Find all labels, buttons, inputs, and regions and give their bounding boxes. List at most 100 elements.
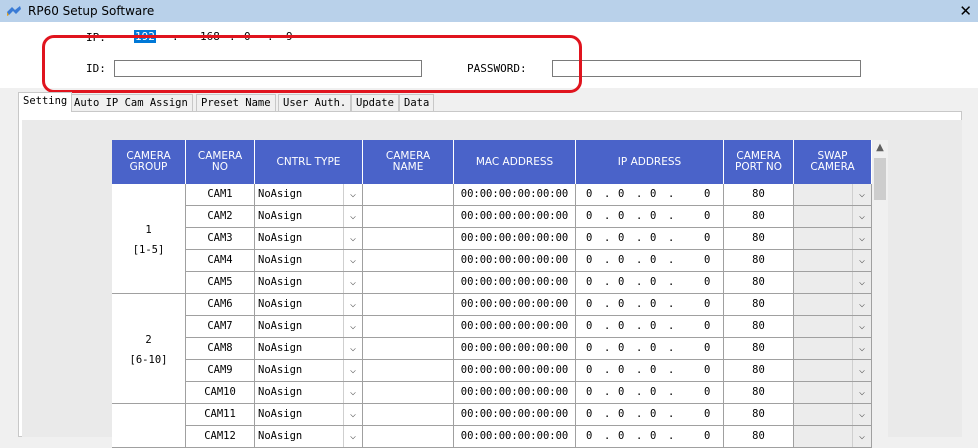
ip-address-input[interactable]: 0.0.0.0: [576, 294, 724, 316]
chevron-down-icon[interactable]: ⌵: [852, 382, 871, 403]
camera-port-input[interactable]: 80: [724, 338, 794, 360]
ip-address-input[interactable]: 0.0.0.0: [576, 426, 724, 448]
scroll-up-icon[interactable]: ▲: [872, 140, 888, 156]
id-input[interactable]: [114, 60, 422, 77]
cntrl-type-select[interactable]: NoAsign ⌵: [255, 338, 363, 360]
password-label: PASSWORD:: [467, 62, 527, 75]
password-input[interactable]: [552, 60, 861, 77]
chevron-down-icon[interactable]: ⌵: [343, 228, 362, 249]
camera-port-input[interactable]: 80: [724, 206, 794, 228]
swap-camera-select[interactable]: ⌵: [794, 404, 872, 426]
ip-address-input[interactable]: 0.0.0.0: [576, 206, 724, 228]
tab-preset-name[interactable]: Preset Name: [196, 94, 276, 111]
ip-octet-2[interactable]: 168: [200, 30, 220, 43]
camera-port-input[interactable]: 80: [724, 426, 794, 448]
tab-setting[interactable]: Setting: [18, 92, 73, 112]
cntrl-type-select[interactable]: NoAsign ⌵: [255, 272, 363, 294]
swap-camera-select[interactable]: ⌵: [794, 184, 872, 206]
camera-name-input[interactable]: [363, 404, 454, 426]
camera-name-input[interactable]: [363, 272, 454, 294]
ip-octet-1[interactable]: 192: [134, 30, 156, 43]
swap-camera-select[interactable]: ⌵: [794, 426, 872, 448]
camera-name-input[interactable]: [363, 316, 454, 338]
camera-name-input[interactable]: [363, 382, 454, 404]
camera-name-input[interactable]: [363, 360, 454, 382]
cntrl-type-select[interactable]: NoAsign ⌵: [255, 250, 363, 272]
camera-name-input[interactable]: [363, 338, 454, 360]
ip-address-input[interactable]: 0.0.0.0: [576, 250, 724, 272]
chevron-down-icon[interactable]: ⌵: [343, 294, 362, 315]
ip-address-field[interactable]: 192 . 168 . 0 . 9: [116, 29, 306, 45]
swap-camera-select[interactable]: ⌵: [794, 250, 872, 272]
chevron-down-icon[interactable]: ⌵: [343, 250, 362, 271]
swap-camera-select[interactable]: ⌵: [794, 206, 872, 228]
chevron-down-icon[interactable]: ⌵: [343, 404, 362, 425]
tab-user-auth[interactable]: User Auth.: [278, 94, 352, 111]
swap-camera-select[interactable]: ⌵: [794, 228, 872, 250]
ip-octet-3[interactable]: 0: [244, 30, 251, 43]
camera-name-input[interactable]: [363, 184, 454, 206]
ip-address-input[interactable]: 0.0.0.0: [576, 228, 724, 250]
cntrl-type-select[interactable]: NoAsign ⌵: [255, 206, 363, 228]
camera-port-input[interactable]: 80: [724, 228, 794, 250]
swap-camera-select[interactable]: ⌵: [794, 272, 872, 294]
chevron-down-icon[interactable]: ⌵: [343, 338, 362, 359]
tab-data[interactable]: Data: [399, 94, 435, 111]
chevron-down-icon[interactable]: ⌵: [852, 360, 871, 381]
camera-name-input[interactable]: [363, 426, 454, 448]
camera-name-input[interactable]: [363, 250, 454, 272]
chevron-down-icon[interactable]: ⌵: [343, 382, 362, 403]
chevron-down-icon[interactable]: ⌵: [343, 206, 362, 227]
cntrl-type-select[interactable]: NoAsign ⌵: [255, 228, 363, 250]
chevron-down-icon[interactable]: ⌵: [852, 206, 871, 227]
ip-octet-4[interactable]: 9: [286, 30, 293, 43]
chevron-down-icon[interactable]: ⌵: [852, 338, 871, 359]
cntrl-type-select[interactable]: NoAsign ⌵: [255, 294, 363, 316]
camera-name-input[interactable]: [363, 228, 454, 250]
swap-camera-select[interactable]: ⌵: [794, 294, 872, 316]
vertical-scrollbar[interactable]: ▲: [872, 140, 888, 437]
chevron-down-icon[interactable]: ⌵: [343, 184, 362, 205]
chevron-down-icon[interactable]: ⌵: [852, 316, 871, 337]
swap-camera-select[interactable]: ⌵: [794, 382, 872, 404]
ip-address-input[interactable]: 0.0.0.0: [576, 316, 724, 338]
cntrl-type-select[interactable]: NoAsign ⌵: [255, 184, 363, 206]
camera-port-input[interactable]: 80: [724, 360, 794, 382]
camera-name-input[interactable]: [363, 294, 454, 316]
camera-port-input[interactable]: 80: [724, 382, 794, 404]
chevron-down-icon[interactable]: ⌵: [852, 294, 871, 315]
swap-camera-select[interactable]: ⌵: [794, 338, 872, 360]
camera-port-input[interactable]: 80: [724, 272, 794, 294]
chevron-down-icon[interactable]: ⌵: [852, 272, 871, 293]
swap-camera-select[interactable]: ⌵: [794, 360, 872, 382]
cntrl-type-select[interactable]: NoAsign ⌵: [255, 404, 363, 426]
ip-address-input[interactable]: 0.0.0.0: [576, 382, 724, 404]
camera-port-input[interactable]: 80: [724, 184, 794, 206]
tab-auto-ip-cam-assign[interactable]: Auto IP Cam Assign: [69, 94, 193, 111]
chevron-down-icon[interactable]: ⌵: [343, 272, 362, 293]
ip-address-input[interactable]: 0.0.0.0: [576, 272, 724, 294]
ip-address-input[interactable]: 0.0.0.0: [576, 404, 724, 426]
ip-address-input[interactable]: 0.0.0.0: [576, 338, 724, 360]
chevron-down-icon[interactable]: ⌵: [343, 316, 362, 337]
chevron-down-icon[interactable]: ⌵: [852, 184, 871, 205]
camera-port-input[interactable]: 80: [724, 404, 794, 426]
chevron-down-icon[interactable]: ⌵: [852, 250, 871, 271]
camera-name-input[interactable]: [363, 206, 454, 228]
camera-port-input[interactable]: 80: [724, 250, 794, 272]
scroll-thumb[interactable]: [874, 158, 886, 200]
cntrl-type-select[interactable]: NoAsign ⌵: [255, 316, 363, 338]
camera-port-input[interactable]: 80: [724, 294, 794, 316]
cntrl-type-select[interactable]: NoAsign ⌵: [255, 382, 363, 404]
chevron-down-icon[interactable]: ⌵: [852, 404, 871, 425]
chevron-down-icon[interactable]: ⌵: [852, 228, 871, 249]
swap-camera-select[interactable]: ⌵: [794, 316, 872, 338]
cntrl-type-select[interactable]: NoAsign ⌵: [255, 426, 363, 448]
camera-port-input[interactable]: 80: [724, 316, 794, 338]
cntrl-type-select[interactable]: NoAsign ⌵: [255, 360, 363, 382]
tab-update[interactable]: Update: [351, 94, 399, 111]
chevron-down-icon[interactable]: ⌵: [343, 360, 362, 381]
ip-address-input[interactable]: 0.0.0.0: [576, 360, 724, 382]
close-icon[interactable]: ✕: [959, 2, 972, 20]
ip-address-input[interactable]: 0.0.0.0: [576, 184, 724, 206]
